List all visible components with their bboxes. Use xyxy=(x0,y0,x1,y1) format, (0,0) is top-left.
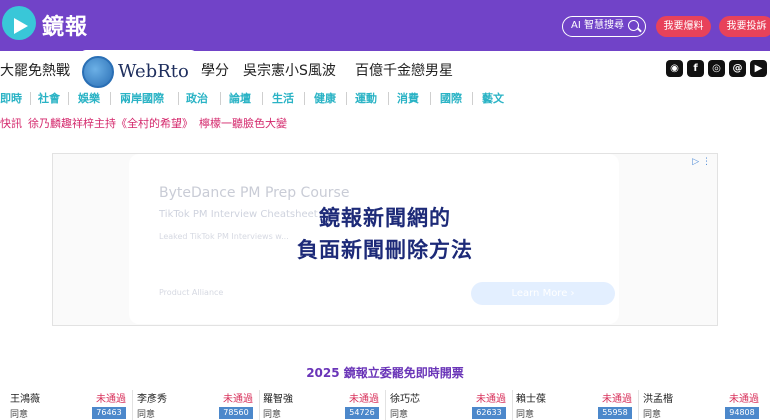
agree-label: 同意 xyxy=(10,410,29,420)
ad-info-icon[interactable]: ▷ ⋮ xyxy=(692,157,711,167)
breaking-label: 快訊 xyxy=(0,117,22,130)
candidate-card[interactable]: 賴士葆 未通過 同意 55958 xyxy=(516,390,639,420)
breaking-item[interactable]: 檸檬一聽臉色大變 xyxy=(199,115,287,131)
agree-label: 同意 xyxy=(263,410,282,420)
nav-item[interactable]: 社會 xyxy=(38,90,60,106)
candidate-status: 未通過 xyxy=(476,394,506,405)
candidate-name: 羅智強 xyxy=(263,394,293,405)
nav-item[interactable]: 國際 xyxy=(440,90,462,106)
candidate-status: 未通過 xyxy=(349,394,379,405)
candidate-name: 徐巧芯 xyxy=(390,394,420,405)
trending-topic[interactable]: 百億千金戀男星 xyxy=(355,60,453,80)
overlay-headline-line2: 負面新聞刪除方法 xyxy=(297,238,473,262)
trending-topic[interactable]: 大罷免熱戰 xyxy=(0,60,70,80)
agree-count: 76463 xyxy=(92,407,126,419)
agree-count: 62633 xyxy=(472,407,506,419)
logo-play-icon[interactable] xyxy=(2,6,36,40)
ad-title: ByteDance PM Prep Course xyxy=(159,185,350,201)
nav-item[interactable]: 藝文 xyxy=(482,90,504,106)
youtube-icon[interactable]: ▶ xyxy=(750,60,767,77)
candidate-card[interactable]: 洪孟楷 未通過 同意 94808 xyxy=(643,390,761,420)
candidate-name: 洪孟楷 xyxy=(643,394,673,405)
tip-button[interactable]: 我要爆料 xyxy=(656,16,711,37)
recall-section-title[interactable]: 2025 鏡報立委罷免即時開票 xyxy=(0,364,770,381)
candidate-card[interactable]: 王鴻薇 未通過 同意 76463 xyxy=(10,390,133,420)
agree-label: 同意 xyxy=(516,410,535,420)
nav-item[interactable]: 健康 xyxy=(314,90,336,106)
complain-button[interactable]: 我要投訴 xyxy=(719,16,770,37)
breaking-item[interactable]: 徐乃麟趣祥梓主持《全村的希望》 xyxy=(28,115,193,131)
brain-icon xyxy=(82,56,114,88)
agree-label: 同意 xyxy=(137,410,156,420)
nav-item[interactable]: 運動 xyxy=(355,90,377,106)
agree-count: 55958 xyxy=(598,407,632,419)
ai-search-button[interactable]: AI 智慧搜尋 xyxy=(562,16,646,37)
agree-label: 同意 xyxy=(390,410,409,420)
candidate-name: 賴士葆 xyxy=(516,394,546,405)
ai-search-label: AI 智慧搜尋 xyxy=(571,20,624,31)
candidate-name: 李彥秀 xyxy=(137,394,167,405)
trending-topic[interactable]: 吳宗憲小S風波 xyxy=(243,60,336,80)
agree-count: 78560 xyxy=(219,407,253,419)
top-header: 鏡報 AI 智慧搜尋 我要爆料 我要投訴 xyxy=(0,0,770,51)
candidate-name: 王鴻薇 xyxy=(10,394,40,405)
nav-item[interactable]: 論壇 xyxy=(229,90,251,106)
line-icon[interactable]: ◉ xyxy=(666,60,683,77)
nav-item[interactable]: 政治 xyxy=(186,90,208,106)
nav-item[interactable]: 娛樂 xyxy=(78,90,100,106)
agree-count: 54726 xyxy=(345,407,379,419)
nav-item[interactable]: 兩岸國際 xyxy=(120,90,164,106)
nav-item[interactable]: 生活 xyxy=(272,90,294,106)
category-nav: 即時 社會 娛樂 兩岸國際 政治 論壇 生活 健康 運動 消費 國際 藝文 xyxy=(0,90,770,108)
nav-item[interactable]: 消費 xyxy=(397,90,419,106)
nav-item[interactable]: 即時 xyxy=(0,90,22,106)
candidate-status: 未通過 xyxy=(223,394,253,405)
agree-label: 同意 xyxy=(643,410,662,420)
candidate-status: 未通過 xyxy=(729,394,759,405)
candidate-status: 未通過 xyxy=(602,394,632,405)
overlay-headline-line1: 鏡報新聞網的 xyxy=(319,206,451,230)
search-icon xyxy=(628,20,639,31)
agree-count: 94808 xyxy=(725,407,759,419)
trending-topic[interactable]: 學分 xyxy=(201,60,229,80)
threads-icon[interactable]: @ xyxy=(729,60,746,77)
candidate-card[interactable]: 李彥秀 未通過 同意 78560 xyxy=(137,390,260,420)
candidate-card[interactable]: 徐巧芯 未通過 同意 62633 xyxy=(390,390,513,420)
instagram-icon[interactable]: ◎ xyxy=(708,60,725,77)
webrto-logo-text: WebRto xyxy=(118,61,189,82)
webrto-logo: WebRto xyxy=(80,50,197,94)
candidate-card[interactable]: 羅智強 未通過 同意 54726 xyxy=(263,390,386,420)
ad-learn-more-button[interactable]: Learn More › xyxy=(471,282,615,305)
facebook-icon[interactable]: f xyxy=(687,60,704,77)
candidate-status: 未通過 xyxy=(96,394,126,405)
ad-button-label: Learn More xyxy=(511,288,568,299)
ad-brand: Product Alliance xyxy=(159,288,224,297)
site-logo-text[interactable]: 鏡報 xyxy=(42,9,88,41)
